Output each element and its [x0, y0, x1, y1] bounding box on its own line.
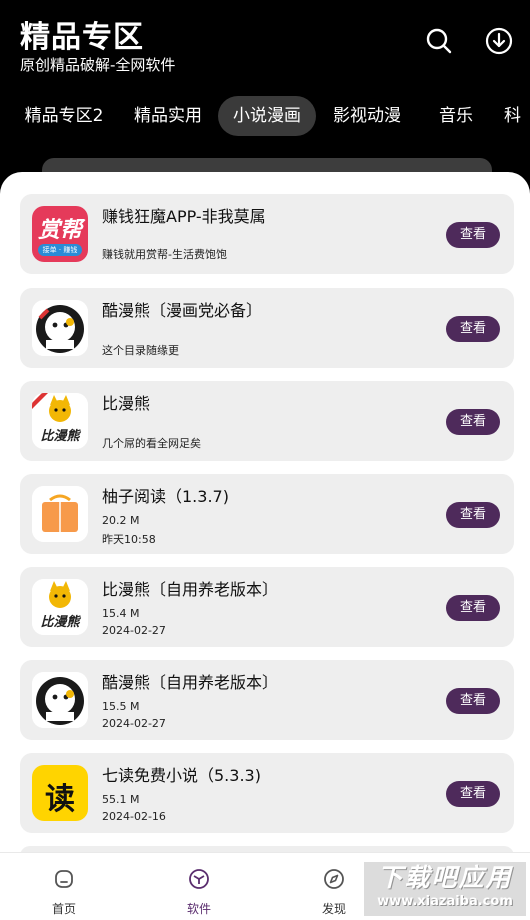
page-subtitle: 原创精品破解-全网软件 [20, 56, 176, 74]
app-description: 赚钱就用赏帮-生活费饱饱 [102, 248, 227, 261]
download-icon[interactable] [484, 26, 514, 56]
view-button[interactable]: 查看 [446, 688, 500, 714]
app-name: 七读免费小说（5.3.3) [102, 766, 261, 785]
nav-software[interactable]: 软件 [169, 867, 229, 917]
tab-ke[interactable]: 科 [504, 96, 530, 136]
nav-home[interactable]: 首页 [34, 867, 94, 917]
view-button[interactable]: 查看 [446, 222, 500, 248]
youzi-book-icon [32, 486, 88, 542]
shangbang-app-icon: 赏帮 接单 · 赚钱 [32, 206, 88, 262]
kumanxiong-app-icon [32, 672, 88, 728]
app-name: 比漫熊 [102, 394, 151, 413]
app-date: 昨天10:58 [102, 533, 156, 546]
tab-yingshi-dongman[interactable]: 影视动漫 [322, 96, 412, 136]
view-button[interactable]: 查看 [446, 502, 500, 528]
watermark-logo: 下载吧应用 www.xiazaiba.com [364, 862, 526, 916]
search-icon[interactable] [424, 26, 454, 56]
tab-yinyue[interactable]: 音乐 [428, 96, 484, 136]
compass-icon [324, 869, 344, 889]
app-size: 15.5 M [102, 700, 140, 713]
app-name: 比漫熊〔自用养老版本〕 [102, 580, 279, 599]
app-name: 酷漫熊〔漫画党必备〕 [102, 301, 263, 320]
tab-jingpin-zhuanqu-2[interactable]: 精品专区2 [14, 96, 114, 136]
app-size: 20.2 M [102, 514, 140, 527]
kumanxiong-app-icon [32, 300, 88, 356]
tab-xiaoshuo-manhua[interactable]: 小说漫画 [218, 96, 316, 136]
bimanxiong-app-icon: 比漫熊 [32, 393, 88, 449]
cube-icon [189, 869, 209, 889]
page-title: 精品专区 [20, 20, 144, 55]
header: 精品专区 原创精品破解-全网软件 [0, 0, 530, 90]
bimanxiong-app-icon: 比漫熊 [32, 579, 88, 635]
app-card[interactable]: 柚子阅读（1.3.7) 20.2 M 昨天10:58 查看 [20, 474, 514, 554]
app-size: 55.1 M [102, 793, 140, 806]
nav-discover[interactable]: 发现 [304, 867, 364, 917]
view-button[interactable]: 查看 [446, 595, 500, 621]
app-card[interactable]: 比漫熊 比漫熊 几个屌的看全网足矣 查看 [20, 381, 514, 461]
app-card[interactable]: 比漫熊 比漫熊〔自用养老版本〕 15.4 M 2024-02-27 查看 [20, 567, 514, 647]
view-button[interactable]: 查看 [446, 409, 500, 435]
qidu-app-icon: 读 [32, 765, 88, 821]
tab-jingpin-shiyong[interactable]: 精品实用 [124, 96, 212, 136]
app-description: 几个屌的看全网足矣 [102, 437, 201, 450]
category-tabs: 精品专区2 精品实用 小说漫画 影视动漫 音乐 科 [0, 96, 530, 136]
app-date: 2024-02-27 [102, 624, 166, 637]
app-card[interactable]: 读 七读免费小说（5.3.3) 55.1 M 2024-02-16 查看 [20, 753, 514, 833]
view-button[interactable]: 查看 [446, 781, 500, 807]
app-description: 这个目录随缘更 [102, 344, 179, 357]
app-date: 2024-02-27 [102, 717, 166, 730]
view-button[interactable]: 查看 [446, 316, 500, 342]
app-card[interactable]: 酷漫熊〔漫画党必备〕 这个目录随缘更 查看 [20, 288, 514, 368]
app-date: 2024-02-16 [102, 810, 166, 823]
app-card[interactable]: 赏帮 接单 · 赚钱 赚钱狂魔APP-非我莫属 赚钱就用赏帮-生活费饱饱 查看 [20, 194, 514, 274]
app-name: 酷漫熊〔自用养老版本〕 [102, 673, 279, 692]
home-icon [55, 870, 73, 888]
app-name: 柚子阅读（1.3.7) [102, 487, 229, 506]
app-size: 15.4 M [102, 607, 140, 620]
app-name: 赚钱狂魔APP-非我莫属 [102, 207, 266, 226]
app-list-sheet: 赏帮 接单 · 赚钱 赚钱狂魔APP-非我莫属 赚钱就用赏帮-生活费饱饱 查看 … [0, 172, 530, 920]
app-card[interactable]: 酷漫熊〔自用养老版本〕 15.5 M 2024-02-27 查看 [20, 660, 514, 740]
